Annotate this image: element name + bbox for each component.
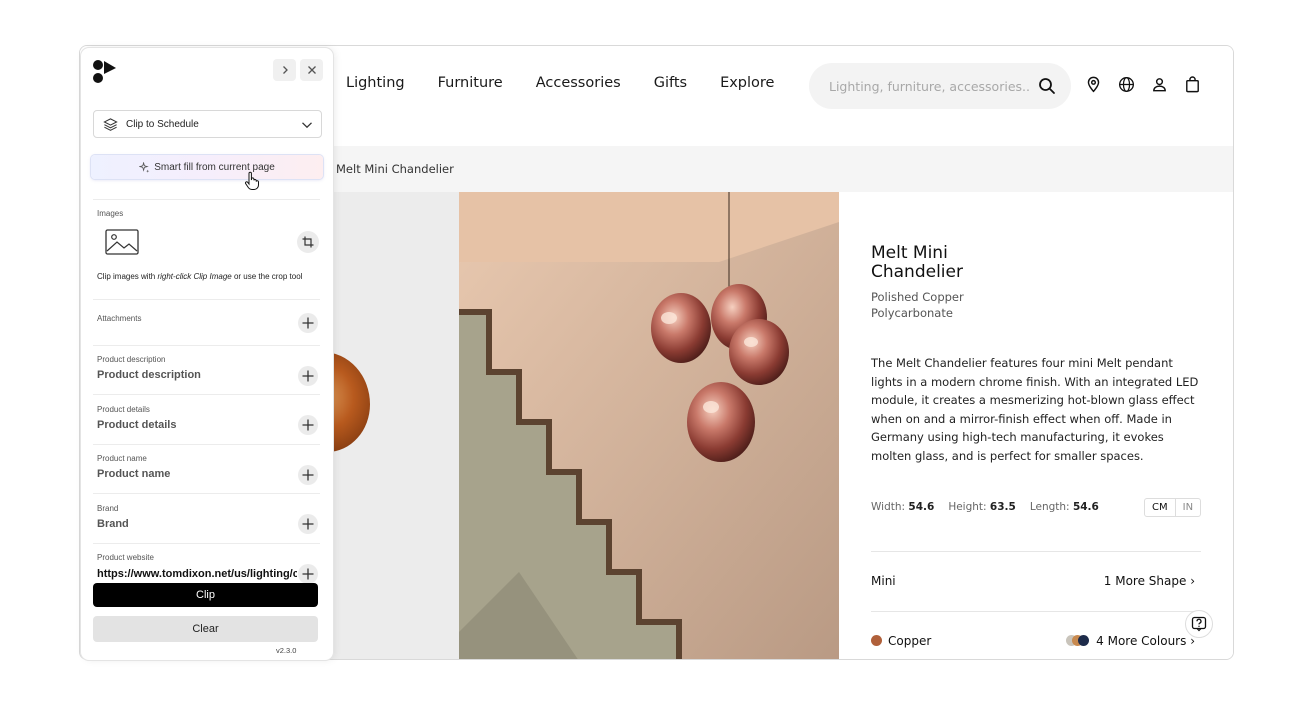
product-photo[interactable] bbox=[459, 192, 839, 659]
more-colours-link[interactable]: 4 More Colours bbox=[1096, 634, 1186, 648]
copper-swatch bbox=[871, 635, 882, 646]
add-description-button[interactable] bbox=[298, 366, 318, 386]
unit-toggle: CM IN bbox=[1144, 498, 1202, 517]
nav-lighting[interactable]: Lighting bbox=[346, 75, 405, 91]
clear-button[interactable]: Clear bbox=[93, 616, 318, 642]
product-name-field[interactable]: Product name bbox=[97, 468, 170, 480]
colour-label: Copper bbox=[888, 634, 932, 648]
shape-selector[interactable]: Mini 1 More Shape › bbox=[871, 551, 1201, 611]
product-title: Melt Mini Chandelier bbox=[871, 243, 963, 282]
plus-icon bbox=[302, 518, 314, 530]
field-label-details: Product details bbox=[97, 405, 150, 414]
clipper-extension-panel: Clip to Schedule Smart fill from current… bbox=[81, 48, 333, 660]
divider bbox=[93, 299, 320, 300]
plus-icon bbox=[302, 317, 314, 329]
crop-icon bbox=[302, 236, 314, 248]
divider bbox=[93, 444, 320, 445]
version-label: v2.3.0 bbox=[276, 646, 297, 655]
product-details-panel: Melt Mini Chandelier Polished Copper Pol… bbox=[839, 192, 1233, 659]
nav-furniture[interactable]: Furniture bbox=[438, 75, 503, 91]
schedule-select[interactable]: Clip to Schedule bbox=[93, 110, 322, 138]
unit-in[interactable]: IN bbox=[1174, 499, 1200, 516]
add-website-button[interactable] bbox=[298, 564, 318, 584]
shape-label: Mini bbox=[871, 574, 896, 588]
add-brand-button[interactable] bbox=[298, 514, 318, 534]
chevron-right-icon bbox=[282, 66, 288, 74]
close-icon bbox=[307, 66, 316, 74]
more-shapes-link[interactable]: 1 More Shape bbox=[1104, 574, 1187, 588]
nav-explore[interactable]: Explore bbox=[720, 75, 774, 91]
height-label: Height: bbox=[948, 501, 987, 513]
images-hint-em: right-click Clip Image bbox=[157, 272, 232, 281]
nav-gifts[interactable]: Gifts bbox=[654, 75, 687, 91]
product-description: The Melt Chandelier features four mini M… bbox=[871, 356, 1199, 463]
colour-selector[interactable]: Copper 4 More Colours › bbox=[871, 611, 1201, 659]
material-1: Polished Copper bbox=[871, 290, 964, 304]
unit-cm[interactable]: CM bbox=[1145, 499, 1175, 516]
images-hint-post: or use the crop tool bbox=[231, 272, 303, 281]
crop-button[interactable] bbox=[297, 231, 319, 253]
search-icon[interactable] bbox=[1037, 76, 1057, 96]
sparkle-icon bbox=[139, 161, 150, 173]
schedule-select-value: Clip to Schedule bbox=[126, 119, 199, 130]
header-icons bbox=[1084, 75, 1202, 94]
material-2: Polycarbonate bbox=[871, 306, 953, 320]
smart-fill-button[interactable]: Smart fill from current page bbox=[91, 155, 323, 179]
chevron-right-icon: › bbox=[1190, 574, 1195, 588]
help-button[interactable] bbox=[1185, 610, 1213, 638]
product-description-field[interactable]: Product description bbox=[97, 369, 201, 381]
product-dimensions: Width: 54.6 Height: 63.5 Length: 54.6 bbox=[871, 501, 1099, 513]
clip-button[interactable]: Clip bbox=[93, 583, 318, 607]
add-details-button[interactable] bbox=[298, 415, 318, 435]
width-label: Width: bbox=[871, 501, 906, 513]
divider bbox=[93, 394, 320, 395]
layers-icon bbox=[103, 118, 118, 131]
field-label-brand: Brand bbox=[97, 504, 119, 513]
plus-icon bbox=[302, 419, 314, 431]
search-input[interactable] bbox=[829, 63, 1029, 109]
product-details-field[interactable]: Product details bbox=[97, 419, 176, 431]
help-icon bbox=[1191, 616, 1207, 632]
field-label-website: Product website bbox=[97, 553, 154, 562]
plus-icon bbox=[302, 568, 314, 580]
image-placeholder-icon bbox=[105, 229, 139, 255]
attachments-label: Attachments bbox=[97, 314, 142, 323]
site-search bbox=[809, 63, 1071, 109]
width-value: 54.6 bbox=[908, 501, 935, 513]
product-materials: Polished Copper Polycarbonate bbox=[871, 289, 964, 321]
divider bbox=[93, 199, 320, 200]
shopping-bag-icon[interactable] bbox=[1183, 75, 1202, 94]
length-value: 54.6 bbox=[1072, 501, 1099, 513]
product-website-field[interactable]: https://www.tomdixon.net/us/lighting/c bbox=[97, 568, 297, 580]
close-button[interactable] bbox=[300, 59, 323, 81]
colour-swatches bbox=[1066, 635, 1090, 646]
divider bbox=[93, 543, 320, 544]
add-name-button[interactable] bbox=[298, 465, 318, 485]
breadcrumb[interactable]: Melt Mini Chandelier bbox=[336, 162, 454, 176]
height-value: 63.5 bbox=[989, 501, 1016, 513]
account-icon[interactable] bbox=[1150, 75, 1169, 94]
divider bbox=[93, 493, 320, 494]
chevron-down-icon bbox=[302, 122, 312, 129]
field-label-name: Product name bbox=[97, 454, 147, 463]
nav-accessories[interactable]: Accessories bbox=[536, 75, 621, 91]
divider bbox=[93, 345, 320, 346]
field-label-description: Product description bbox=[97, 355, 166, 364]
expand-button[interactable] bbox=[273, 59, 296, 81]
images-hint: Clip images with right-click Clip Image … bbox=[97, 272, 317, 282]
hand-pointer-icon bbox=[245, 171, 259, 190]
main-nav: Lighting Furniture Accessories Gifts Exp… bbox=[346, 75, 774, 91]
location-pin-icon[interactable] bbox=[1084, 75, 1103, 94]
images-label: Images bbox=[97, 209, 124, 218]
plus-icon bbox=[302, 469, 314, 481]
length-label: Length: bbox=[1029, 501, 1070, 513]
plus-icon bbox=[302, 370, 314, 382]
app-logo-icon bbox=[93, 60, 116, 83]
add-attachment-button[interactable] bbox=[298, 313, 318, 333]
images-hint-pre: Clip images with bbox=[97, 272, 158, 281]
brand-field[interactable]: Brand bbox=[97, 518, 129, 530]
globe-icon[interactable] bbox=[1117, 75, 1136, 94]
